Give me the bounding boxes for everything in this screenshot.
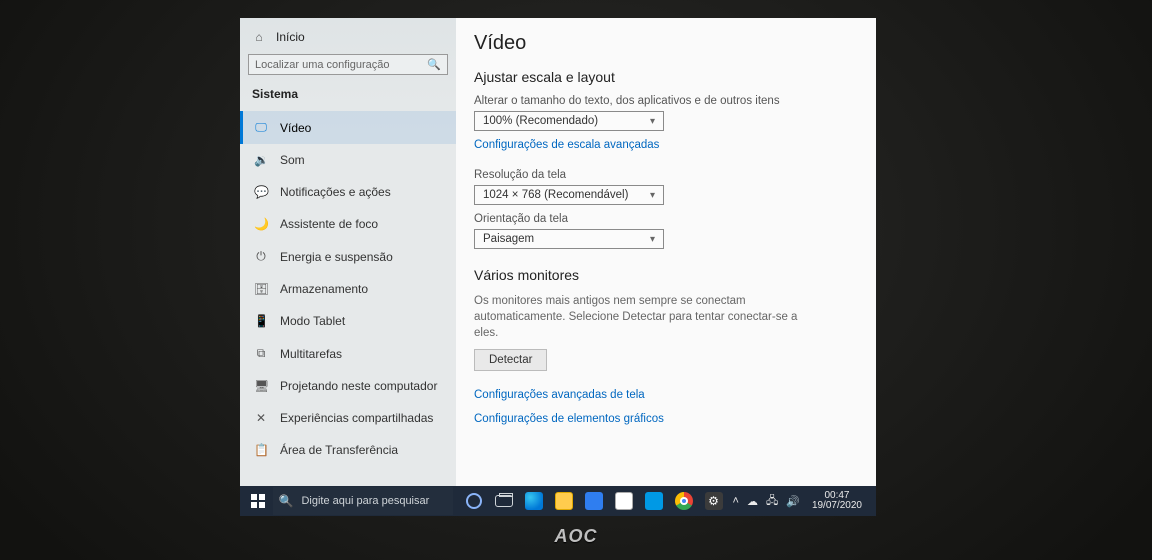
sidebar-item-label: Experiências compartilhadas	[280, 411, 433, 425]
sidebar-section-title: Sistema	[240, 85, 456, 111]
sidebar-item-label: Área de Transferência	[280, 443, 398, 457]
sidebar-item-projecting[interactable]: 🖥 Projetando neste computador	[240, 370, 456, 402]
sidebar-search[interactable]: Localizar uma configuração 🔍	[248, 54, 448, 75]
shared-icon: ✕	[254, 411, 268, 425]
store-button[interactable]	[609, 487, 639, 515]
orientation-dropdown[interactable]: Paisagem ▾	[474, 229, 664, 249]
detect-button[interactable]: Detectar	[474, 349, 547, 371]
sidebar-item-sound[interactable]: 🔉 Som	[240, 144, 456, 176]
network-icon[interactable]: 🖧	[766, 492, 778, 511]
sidebar-item-label: Vídeo	[280, 121, 311, 135]
mail-button[interactable]	[579, 487, 609, 515]
chevron-down-icon: ▾	[650, 190, 655, 201]
task-view-icon	[495, 495, 513, 507]
sidebar-item-label: Assistente de foco	[280, 217, 378, 231]
explorer-button[interactable]	[549, 487, 579, 515]
chevron-down-icon: ▾	[650, 234, 655, 245]
taskbar: 🔍 Digite aqui para pesquisar ⚙ ˄ ☁ 🖧 🔊 0…	[240, 486, 876, 516]
system-tray: ˄ ☁ 🖧 🔊 00:47 19/07/2020	[733, 491, 870, 512]
sidebar-item-storage[interactable]: 🗄 Armazenamento	[240, 273, 456, 305]
folder-icon	[555, 492, 573, 510]
resolution-dropdown[interactable]: 1024 × 768 (Recomendável) ▾	[474, 185, 664, 205]
monitor-brand-label: AOC	[555, 526, 598, 547]
orientation-label: Orientação da tela	[474, 213, 858, 225]
scale-label: Alterar o tamanho do texto, dos aplicati…	[474, 95, 858, 107]
sidebar-item-label: Modo Tablet	[280, 314, 345, 328]
storage-icon: 🗄	[254, 282, 268, 296]
start-button[interactable]	[246, 487, 271, 515]
gear-icon: ⚙	[705, 492, 723, 510]
sidebar-item-shared[interactable]: ✕ Experiências compartilhadas	[240, 402, 456, 434]
sound-icon: 🔉	[254, 153, 268, 167]
project-icon: 🖥	[254, 379, 268, 393]
photos-button[interactable]	[639, 487, 669, 515]
sidebar-search-placeholder: Localizar uma configuração	[255, 59, 390, 71]
onedrive-icon[interactable]: ☁	[747, 495, 758, 508]
sidebar-nav: 🖵 Vídeo 🔉 Som 💬 Notificações e ações 🌙 A…	[240, 111, 456, 466]
volume-icon[interactable]: 🔊	[786, 495, 800, 508]
display-icon: 🖵	[254, 120, 268, 135]
resolution-dropdown-value: 1024 × 768 (Recomendável)	[483, 189, 628, 201]
multitask-icon: ⧉	[254, 346, 268, 361]
search-icon: 🔍	[427, 58, 441, 71]
chrome-icon	[675, 492, 693, 510]
chevron-down-icon: ▾	[650, 116, 655, 127]
section-multi-title: Vários monitores	[474, 267, 858, 283]
cortana-icon	[466, 493, 482, 509]
advanced-display-link[interactable]: Configurações avançadas de tela	[474, 389, 645, 401]
power-icon: ⏻	[254, 249, 268, 264]
focus-icon: 🌙	[254, 217, 268, 231]
sidebar-item-clipboard[interactable]: 📋 Área de Transferência	[240, 434, 456, 466]
photos-icon	[645, 492, 663, 510]
sidebar-item-focus-assist[interactable]: 🌙 Assistente de foco	[240, 208, 456, 240]
taskbar-clock[interactable]: 00:47 19/07/2020	[808, 491, 866, 512]
settings-app: ⌂ Início Localizar uma configuração 🔍 Si…	[240, 18, 876, 486]
edge-icon	[525, 492, 543, 510]
sidebar-item-power[interactable]: ⏻ Energia e suspensão	[240, 240, 456, 273]
resolution-label: Resolução da tela	[474, 169, 858, 181]
taskbar-date: 19/07/2020	[812, 501, 862, 512]
sidebar-item-multitask[interactable]: ⧉ Multitarefas	[240, 337, 456, 370]
taskbar-search-placeholder: Digite aqui para pesquisar	[301, 495, 429, 507]
sidebar-item-notifications[interactable]: 💬 Notificações e ações	[240, 176, 456, 208]
windows-logo-icon	[251, 494, 265, 508]
mail-icon	[585, 492, 603, 510]
task-view-button[interactable]	[489, 487, 519, 515]
sidebar-home[interactable]: ⌂ Início	[240, 26, 456, 54]
section-scale-title: Ajustar escala e layout	[474, 69, 858, 85]
taskbar-search[interactable]: 🔍 Digite aqui para pesquisar	[273, 487, 453, 515]
edge-button[interactable]	[519, 487, 549, 515]
settings-content: Vídeo Ajustar escala e layout Alterar o …	[456, 18, 876, 486]
sidebar-item-label: Energia e suspensão	[280, 250, 393, 264]
cortana-button[interactable]	[459, 487, 489, 515]
scale-dropdown[interactable]: 100% (Recomendado) ▾	[474, 111, 664, 131]
store-icon	[615, 492, 633, 510]
multi-monitor-help: Os monitores mais antigos nem sempre se …	[474, 293, 804, 341]
tray-overflow-icon[interactable]: ˄	[733, 495, 739, 507]
sidebar-item-tablet[interactable]: 📱 Modo Tablet	[240, 305, 456, 337]
orientation-dropdown-value: Paisagem	[483, 233, 534, 245]
settings-taskbar-button[interactable]: ⚙	[699, 487, 729, 515]
scale-dropdown-value: 100% (Recomendado)	[483, 115, 598, 127]
clipboard-icon: 📋	[254, 443, 268, 457]
home-icon: ⌂	[252, 30, 266, 44]
notifications-icon: 💬	[254, 185, 268, 199]
sidebar-item-label: Notificações e ações	[280, 185, 391, 199]
sidebar-item-video[interactable]: 🖵 Vídeo	[240, 111, 456, 144]
sidebar-item-label: Multitarefas	[280, 347, 342, 361]
search-icon: 🔍	[279, 494, 294, 508]
taskbar-pinned-apps: ⚙	[459, 487, 729, 515]
sidebar-home-label: Início	[276, 30, 305, 44]
advanced-scaling-link[interactable]: Configurações de escala avançadas	[474, 139, 659, 151]
graphics-settings-link[interactable]: Configurações de elementos gráficos	[474, 413, 664, 425]
page-title: Vídeo	[474, 32, 858, 55]
sidebar-item-label: Som	[280, 153, 305, 167]
sidebar-item-label: Projetando neste computador	[280, 379, 437, 393]
chrome-button[interactable]	[669, 487, 699, 515]
settings-sidebar: ⌂ Início Localizar uma configuração 🔍 Si…	[240, 18, 456, 486]
windows-screen: ⌂ Início Localizar uma configuração 🔍 Si…	[240, 18, 876, 516]
sidebar-item-label: Armazenamento	[280, 282, 368, 296]
tablet-icon: 📱	[254, 314, 268, 328]
